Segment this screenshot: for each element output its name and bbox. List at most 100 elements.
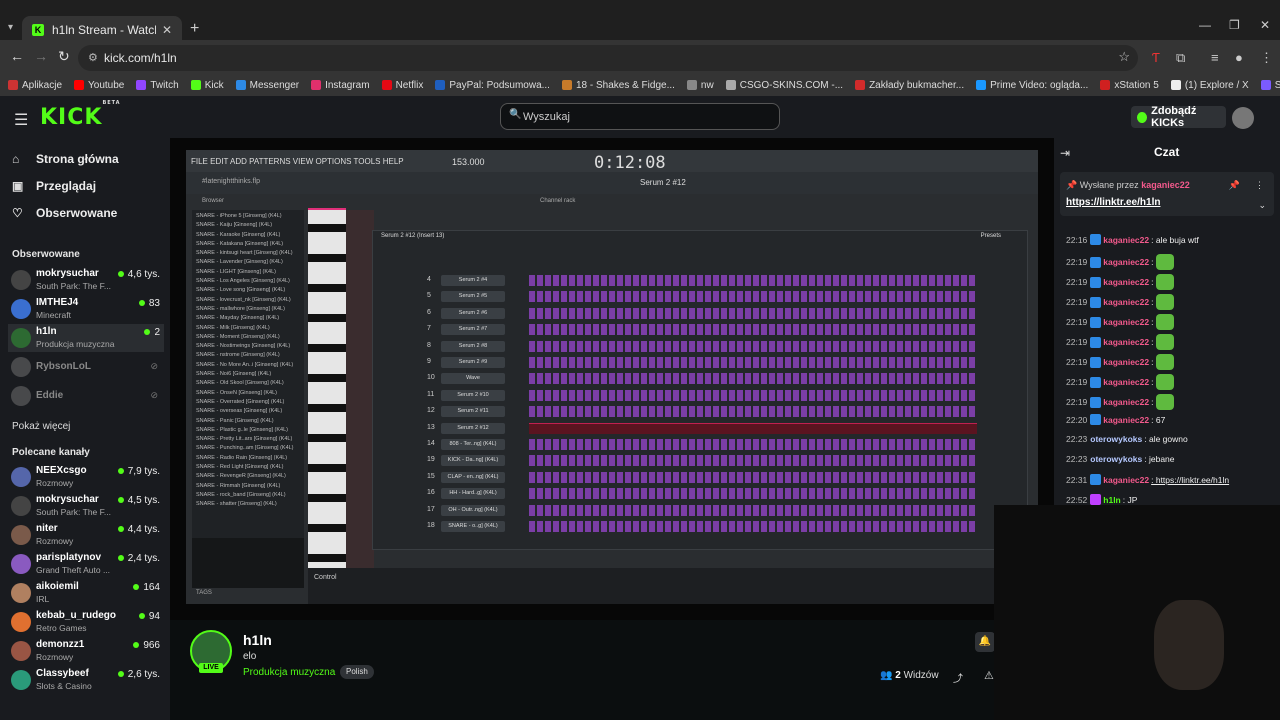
bookmark-item[interactable]: StreamElements - M... [1260, 80, 1280, 91]
back-icon[interactable]: ← [10, 48, 24, 64]
chat-username[interactable]: kaganiec22 [1103, 337, 1149, 347]
show-more-link[interactable]: Pokaż więcej [12, 421, 70, 432]
chat-username[interactable]: kaganiec22 [1103, 415, 1149, 425]
followed-channel[interactable]: IMTHEJ4 Minecraft 83 [8, 295, 164, 323]
bookmark-item[interactable]: Zakłady bukmacher... [855, 80, 964, 91]
streamer-name[interactable]: h1ln [243, 632, 272, 648]
sidebar-nav-1[interactable]: ▣ Przeglądaj [12, 179, 96, 193]
reload-icon[interactable]: ↻ [58, 48, 70, 65]
channel-avatar [11, 467, 31, 487]
recommended-channel[interactable]: mokrysuchar South Park: The F... 4,5 tys. [8, 492, 164, 520]
bookmark-item[interactable]: nw [686, 80, 714, 91]
bookmark-favicon-icon [8, 80, 18, 90]
bookmark-item[interactable]: Youtube [74, 80, 124, 91]
chat-username[interactable]: oterowykoks [1090, 434, 1142, 444]
notification-bell-icon[interactable]: 🔔 [975, 632, 995, 652]
stream-tag[interactable]: Polish [340, 665, 374, 679]
tab-close-icon[interactable]: ✕ [162, 23, 172, 37]
chat-message: 22:20 kaganiec22: 67 [1066, 414, 1165, 425]
window-close-icon[interactable]: ✕ [1260, 18, 1270, 32]
media-control-icon[interactable]: ≡ [1211, 50, 1219, 65]
bookmark-favicon-icon [311, 80, 322, 90]
search-input[interactable]: 🔍 Wyszukaj [500, 103, 780, 130]
chat-username[interactable]: kaganiec22 [1103, 377, 1149, 387]
bookmark-favicon-icon [1170, 80, 1181, 90]
bookmark-favicon-icon [561, 80, 572, 90]
recommended-channel[interactable]: kebab_u_rudego Retro Games 94 [8, 608, 164, 636]
report-icon[interactable]: ⚠ [984, 669, 994, 682]
more-options-icon[interactable]: ⋮ [1255, 180, 1264, 191]
chat-username[interactable]: kaganiec22 [1103, 277, 1149, 287]
followed-channel[interactable]: mokrysuchar South Park: The F... 4,6 tys. [8, 266, 164, 294]
daw-browser-item: SNARE - Overrated [Ginseng] (K4L) [196, 398, 285, 405]
recommended-channel[interactable]: Classybeef Slots & Casino 2,6 tys. [8, 666, 164, 694]
chat-username[interactable]: kaganiec22 [1103, 257, 1149, 267]
chat-text[interactable]: : https://linktr.ee/h1ln [1151, 475, 1229, 485]
daw-browser-item: SNARE - RevengeR [Ginseng] (K4L) [196, 473, 286, 480]
followed-channel[interactable]: Eddie ⊘ [8, 382, 164, 410]
chat-text: : ale gowno [1144, 434, 1188, 444]
chevron-down-icon[interactable]: ⌄ [1258, 200, 1266, 211]
bookmark-item[interactable]: 18 - Shakes & Fidge... [561, 80, 675, 91]
chat-username[interactable]: oterowykoks [1090, 454, 1142, 464]
profile-icon[interactable]: ● [1235, 50, 1243, 65]
share-icon[interactable]: ⤴ [953, 670, 963, 685]
bookmark-item[interactable]: Twitch [136, 80, 179, 91]
pinned-link[interactable]: https://linktr.ee/h1ln [1066, 197, 1160, 208]
channel-avatar [11, 270, 31, 290]
bookmark-item[interactable]: PayPal: Podsumowa... [435, 80, 550, 91]
channel-name: kebab_u_rudego [36, 610, 117, 621]
bookmark-item[interactable]: Instagram [311, 80, 370, 91]
recommended-channel[interactable]: demonzz1 Rozmowy 966 [8, 637, 164, 665]
chat-username[interactable]: h1ln [1103, 495, 1120, 505]
browser-menu-icon[interactable]: ⋮ [1260, 50, 1273, 66]
daw-browser-item: SNARE - nstrome [Ginseng] (K4L) [196, 352, 280, 359]
followed-channel[interactable]: h1ln Produkcja muzyczna 2 [8, 324, 164, 352]
bookmark-item[interactable]: Netflix [381, 80, 423, 91]
recommended-channel[interactable]: parisplatynov Grand Theft Auto ... 2,4 tys… [8, 550, 164, 578]
new-tab-icon[interactable]: + [190, 20, 199, 38]
minimize-icon[interactable]: — [1199, 18, 1211, 32]
forward-icon[interactable]: → [34, 48, 48, 64]
stream-category-link[interactable]: Produkcja muzyczna [243, 667, 335, 678]
user-badge-icon [1090, 256, 1102, 268]
tab-list-dropdown-icon[interactable]: ▾ [8, 22, 13, 33]
restore-icon[interactable]: ❐ [1229, 18, 1240, 32]
bookmark-item[interactable]: Kick [190, 80, 224, 91]
bookmark-item[interactable]: Prime Video: ogląda... [976, 80, 1088, 91]
daw-channel-row: 17 OH - Outr..ng] (K4L) [379, 504, 1019, 517]
recommended-channel[interactable]: NEEXcsgo Rozmowy 7,9 tys. [8, 463, 164, 491]
chat-username[interactable]: kaganiec22 [1103, 297, 1149, 307]
followed-channel[interactable]: RybsonLoL ⊘ [8, 353, 164, 381]
chat-username[interactable]: kaganiec22 [1103, 397, 1149, 407]
chat-username[interactable]: kaganiec22 [1103, 475, 1149, 485]
chat-username[interactable]: kaganiec22 [1103, 317, 1149, 327]
bookmark-label: xStation 5 [1114, 79, 1159, 91]
extension-icon[interactable]: Ƭ [1152, 50, 1160, 65]
bookmark-item[interactable]: Aplikacje [8, 80, 62, 91]
pin-icon[interactable]: 📌 [1229, 180, 1240, 191]
pinned-message[interactable]: 📌 Wysłane przez kaganiec22 📌 ⋮ https://l… [1060, 172, 1274, 216]
daw-channel-row: 9 Serum 2 #9 [379, 357, 1019, 369]
get-kicks-button[interactable]: Zdobądź KICKs [1131, 105, 1226, 129]
url-input[interactable]: ⚙ kick.com/h1ln ☆ [78, 45, 1138, 71]
chat-timestamp: 22:19 [1066, 357, 1088, 367]
bookmark-star-icon[interactable]: ☆ [1118, 49, 1130, 65]
sidebar-nav-0[interactable]: ⌂ Strona główna [12, 152, 119, 166]
site-info-icon[interactable]: ⚙ [88, 51, 98, 64]
recommended-channel[interactable]: niter Rozmowy 4,4 tys. [8, 521, 164, 549]
kick-logo[interactable]: KICKBETA [40, 100, 121, 130]
sidebar-nav-2[interactable]: ♡ Obserwowane [12, 206, 117, 220]
bookmark-item[interactable]: xStation 5 [1100, 79, 1159, 91]
user-avatar[interactable] [1232, 107, 1254, 129]
recommended-channel[interactable]: aikoiemil IRL 164 [8, 579, 164, 607]
bookmark-item[interactable]: Messenger [235, 80, 299, 91]
offline-icon: ⊘ [150, 361, 158, 371]
menu-hamburger-icon[interactable]: ☰ [14, 110, 28, 130]
bookmark-item[interactable]: (1) Explore / X [1170, 80, 1249, 91]
chat-collapse-icon[interactable]: ⇥ [1060, 146, 1070, 160]
bookmark-item[interactable]: CSGO-SKINS.COM -... [725, 80, 843, 91]
chat-username[interactable]: kaganiec22 [1103, 235, 1149, 245]
extensions-puzzle-icon[interactable]: ⧉ [1176, 50, 1185, 66]
chat-username[interactable]: kaganiec22 [1103, 357, 1149, 367]
